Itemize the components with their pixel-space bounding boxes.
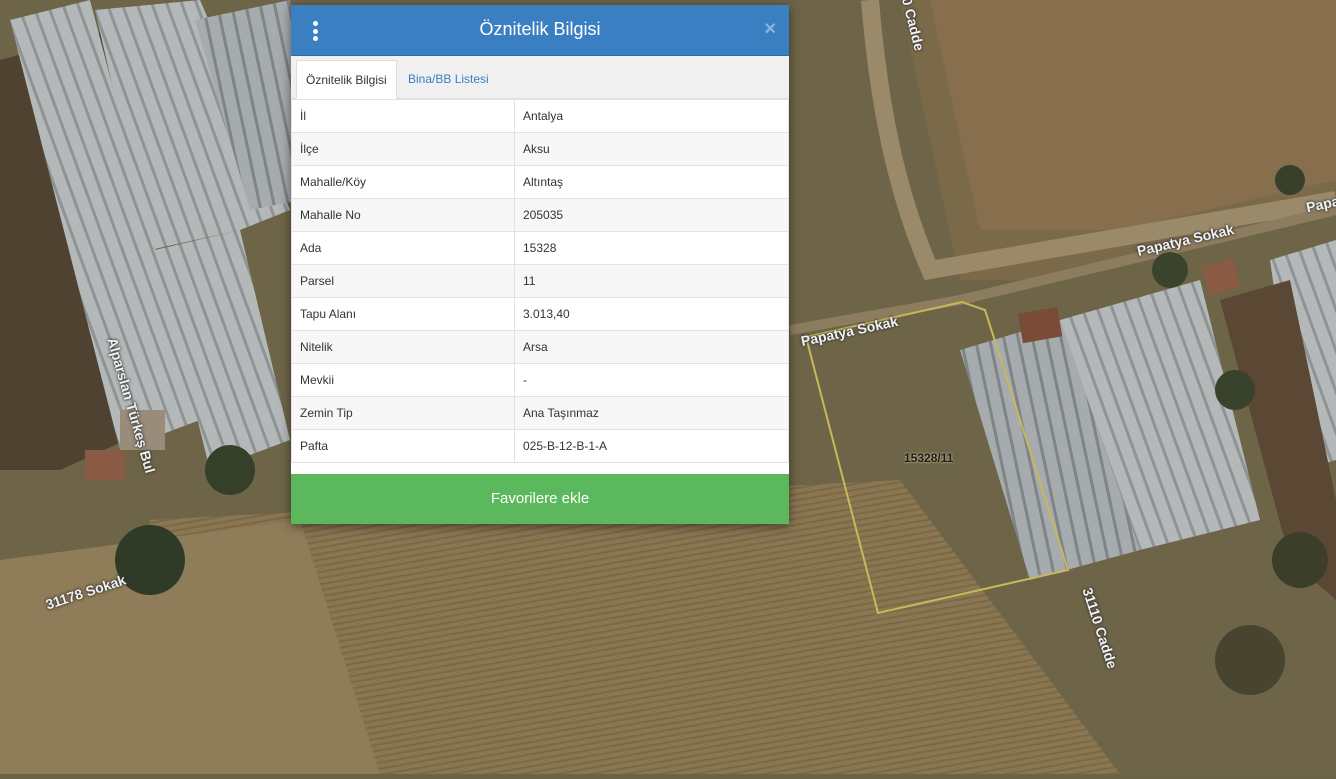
table-row: Pafta 025-B-12-B-1-A (291, 429, 789, 463)
attribute-key: Nitelik (291, 330, 515, 364)
dialog-title: Öznitelik Bilgisi (479, 19, 601, 39)
close-icon[interactable]: × (764, 18, 776, 40)
attribute-value: Ana Taşınmaz (514, 396, 789, 430)
table-row: Parsel 11 (291, 264, 789, 298)
attribute-table: İl Antalya İlçe Aksu Mahalle/Köy Altınta… (291, 99, 789, 463)
table-row: Mahalle No 205035 (291, 198, 789, 232)
attribute-key: Pafta (291, 429, 515, 463)
attribute-key: Tapu Alanı (291, 297, 515, 331)
table-row: İlçe Aksu (291, 132, 789, 166)
attribute-key: Parsel (291, 264, 515, 298)
attribute-key: Mahalle/Köy (291, 165, 515, 199)
table-row: Mahalle/Köy Altıntaş (291, 165, 789, 199)
attribute-key: İl (291, 99, 515, 133)
attribute-key: Mahalle No (291, 198, 515, 232)
table-row: Tapu Alanı 3.013,40 (291, 297, 789, 331)
table-row: İl Antalya (291, 99, 789, 133)
attribute-key: Ada (291, 231, 515, 265)
attribute-value: Altıntaş (514, 165, 789, 199)
add-to-favorites-button[interactable]: Favorilere ekle (291, 474, 789, 524)
tab-bar: Öznitelik Bilgisi Bina/BB Listesi (291, 56, 789, 99)
attribute-value: 15328 (514, 231, 789, 265)
tab-attribute-info[interactable]: Öznitelik Bilgisi (296, 60, 397, 99)
attribute-value: Antalya (514, 99, 789, 133)
table-row: Ada 15328 (291, 231, 789, 265)
table-row: Zemin Tip Ana Taşınmaz (291, 396, 789, 430)
attribute-value: - (514, 363, 789, 397)
attribute-info-dialog: Öznitelik Bilgisi × Öznitelik Bilgisi Bi… (291, 5, 789, 524)
attribute-value: 3.013,40 (514, 297, 789, 331)
attribute-key: Zemin Tip (291, 396, 515, 430)
attribute-value: 025-B-12-B-1-A (514, 429, 789, 463)
table-row: Mevkii - (291, 363, 789, 397)
attribute-key: İlçe (291, 132, 515, 166)
attribute-value: Arsa (514, 330, 789, 364)
tab-building-list[interactable]: Bina/BB Listesi (399, 60, 498, 98)
table-row: Nitelik Arsa (291, 330, 789, 364)
attribute-value: Aksu (514, 132, 789, 166)
parcel-number-label: 15328/11 (904, 451, 954, 465)
attribute-value: 11 (514, 264, 789, 298)
attribute-value: 205035 (514, 198, 789, 232)
attribute-key: Mevkii (291, 363, 515, 397)
dialog-header[interactable]: Öznitelik Bilgisi × (291, 5, 789, 56)
